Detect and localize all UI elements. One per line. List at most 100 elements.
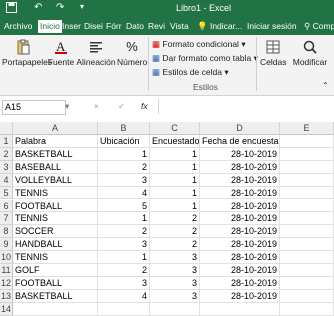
cell-location[interactable]: Ubicación	[98, 135, 150, 148]
column-header-a[interactable]: A	[13, 122, 98, 135]
row-header[interactable]: 10	[0, 251, 13, 264]
row-header[interactable]: 4	[0, 173, 13, 187]
tab-insertar[interactable]: Inser	[60, 20, 83, 33]
cell-date[interactable]: 28-10-2019	[200, 160, 280, 174]
formula-input[interactable]	[158, 99, 333, 114]
cell-word[interactable]: BASKETBALL	[13, 289, 98, 303]
cell-location[interactable]: 3	[98, 238, 150, 252]
row-header[interactable]: 9	[0, 238, 13, 252]
cell-word[interactable]: VOLLEYBALL	[13, 173, 98, 187]
cell-word[interactable]: TENNIS	[13, 212, 98, 226]
undo-icon[interactable]: ↶	[34, 2, 42, 13]
cell-e[interactable]	[280, 264, 334, 277]
row-header[interactable]: 14	[0, 302, 13, 316]
cell-e[interactable]	[280, 199, 334, 213]
format-table-button[interactable]: ▦ Dar formato como tabla ▾	[152, 53, 258, 64]
cell-e[interactable]	[280, 276, 334, 290]
cell-date[interactable]: 28-10-2019	[200, 276, 280, 290]
cell-e[interactable]	[280, 212, 334, 226]
row-header[interactable]: 7	[0, 212, 13, 226]
tab-inicio[interactable]: Inicio	[38, 20, 62, 33]
cell-respondent[interactable]: Encuestado	[150, 135, 200, 148]
alignment-group[interactable]: Alineación	[76, 39, 116, 67]
cell-e[interactable]	[280, 135, 334, 148]
number-group[interactable]: % Número	[117, 39, 147, 67]
tab-vista[interactable]: Vista	[168, 20, 191, 33]
cell-word[interactable]: TENNIS	[13, 186, 98, 200]
cell-date[interactable]: 28-10-2019	[200, 186, 280, 200]
cell-e[interactable]	[280, 173, 334, 187]
cell-e[interactable]	[280, 225, 334, 239]
cell-e[interactable]	[280, 238, 334, 252]
cell-respondent[interactable]: 2	[150, 212, 200, 226]
column-header-d[interactable]: D	[200, 122, 280, 135]
row-header[interactable]: 3	[0, 160, 13, 174]
font-group[interactable]: A Fuente	[46, 39, 76, 67]
cell-e[interactable]	[280, 147, 334, 161]
column-header-e[interactable]: E	[280, 122, 334, 135]
cell-word[interactable]: SOCCER	[13, 225, 98, 239]
cell-date[interactable]: 28-10-2019	[200, 251, 280, 264]
cell-location[interactable]: 2	[98, 225, 150, 239]
column-header-c[interactable]: C	[150, 122, 200, 135]
sign-in-link[interactable]: Iniciar sesión	[245, 20, 299, 33]
row-header[interactable]: 2	[0, 147, 13, 161]
row-header[interactable]: 11	[0, 264, 13, 277]
row-header[interactable]: 1	[0, 135, 13, 148]
cell-e[interactable]	[280, 251, 334, 264]
cancel-icon[interactable]: ×	[94, 101, 99, 111]
customize-icon[interactable]: ▾	[80, 2, 84, 11]
name-box[interactable]: A15	[2, 100, 66, 115]
cell-respondent[interactable]: 1	[150, 173, 200, 187]
row-header[interactable]: 6	[0, 199, 13, 213]
collapse-ribbon-icon[interactable]: ⌃	[322, 81, 329, 90]
cell-word[interactable]: BASEBALL	[13, 160, 98, 174]
cell-word[interactable]: FOOTBALL	[13, 276, 98, 290]
cell-location[interactable]: 2	[98, 264, 150, 277]
cell-date[interactable]: 28-10-2019	[200, 212, 280, 226]
cell-respondent[interactable]: 1	[150, 199, 200, 213]
cell-respondent[interactable]: 1	[150, 160, 200, 174]
cell-date[interactable]: 28-10-2019	[200, 264, 280, 277]
cell-date[interactable]	[200, 302, 280, 316]
cell-location[interactable]: 3	[98, 173, 150, 187]
save-icon[interactable]	[6, 2, 17, 16]
cell-location[interactable]: 1	[98, 251, 150, 264]
cell-e[interactable]	[280, 302, 334, 316]
tab-diseno[interactable]: Disei	[82, 20, 105, 33]
cell-respondent[interactable]: 2	[150, 238, 200, 252]
cell-respondent[interactable]: 3	[150, 251, 200, 264]
cell-respondent[interactable]: 1	[150, 186, 200, 200]
cell-location[interactable]: 1	[98, 147, 150, 161]
tab-archivo[interactable]: Archivo	[2, 20, 34, 33]
confirm-icon[interactable]: ✓	[118, 101, 125, 112]
cell-location[interactable]: 4	[98, 186, 150, 200]
tell-me-search[interactable]: 💡 Indicar...	[195, 20, 244, 33]
cell-word[interactable]: Palabra	[13, 135, 98, 148]
row-header[interactable]: 5	[0, 186, 13, 200]
cell-word[interactable]	[13, 302, 98, 316]
share-button[interactable]: ⚲ Comp	[302, 20, 334, 33]
row-header[interactable]: 12	[0, 276, 13, 290]
tab-revisar[interactable]: Revi	[146, 20, 167, 33]
row-header[interactable]: 8	[0, 225, 13, 239]
cell-location[interactable]: 4	[98, 289, 150, 303]
cell-date[interactable]: 28-10-2019	[200, 225, 280, 239]
select-all-corner[interactable]	[0, 122, 13, 135]
cell-styles-button[interactable]: ▦ Estilos de celda ▾	[152, 67, 229, 78]
cell-location[interactable]: 2	[98, 160, 150, 174]
cell-location[interactable]: 3	[98, 276, 150, 290]
cell-word[interactable]: HANDBALL	[13, 238, 98, 252]
cell-word[interactable]: TENNIS	[13, 251, 98, 264]
cell-location[interactable]: 1	[98, 212, 150, 226]
name-box-dropdown-icon[interactable]: ▾	[65, 101, 69, 112]
cell-respondent[interactable]: 1	[150, 147, 200, 161]
cell-date[interactable]: 28-10-2019	[200, 289, 280, 303]
cell-date[interactable]: 28-10-2019	[200, 199, 280, 213]
modify-group[interactable]: Modificar	[288, 39, 332, 67]
cell-date[interactable]: 28-10-2019	[200, 238, 280, 252]
cell-respondent[interactable]: 2	[150, 225, 200, 239]
cell-respondent[interactable]: 3	[150, 289, 200, 303]
tab-formulas[interactable]: Fórr	[104, 20, 124, 33]
redo-icon[interactable]: ↷	[56, 2, 64, 13]
